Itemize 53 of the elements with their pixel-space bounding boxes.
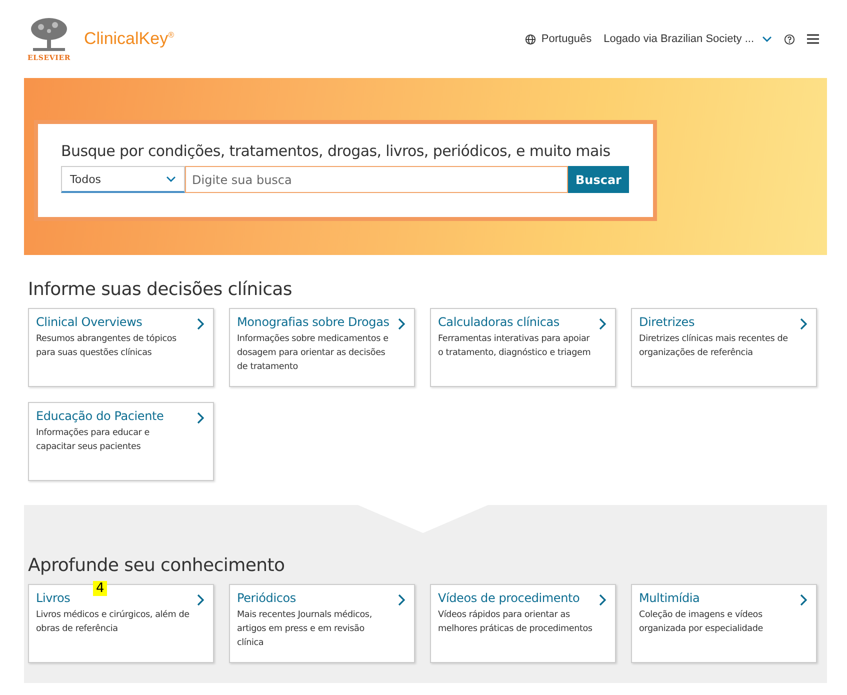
account-menu[interactable]: Logado via Brazilian Society ...: [604, 33, 772, 45]
tree-logo-icon: [29, 16, 69, 52]
card-description: Mais recentes Journals médicos, artigos em press e em revisão clínica: [237, 609, 373, 650]
chevron-right-icon: [599, 318, 607, 330]
card-title: Clinical Overviews: [36, 315, 144, 329]
chevron-right-icon: [197, 412, 205, 424]
help-icon: [784, 34, 795, 44]
help-button[interactable]: [784, 34, 795, 44]
chevron-right-icon: [800, 318, 808, 330]
chevron-right-icon: [398, 318, 406, 330]
category-card[interactable]: Multimídia Coleção de imagens e vídeos organizada por especialidade: [631, 584, 817, 663]
category-card[interactable]: Clinical Overviews Resumos abrangentes de tópicos para suas questões clínicas: [28, 308, 214, 387]
menu-button[interactable]: [807, 34, 819, 44]
section-title: Informe suas decisões clínicas: [28, 279, 293, 300]
card-description: Vídeos rápidos para orientar as melhores práticas de procedimentos: [438, 609, 593, 636]
section-title: Aprofunde seu conhecimento: [28, 555, 286, 576]
category-card[interactable]: Educação do Paciente Informações para educar e capacitar seus pacientes: [28, 402, 214, 481]
category-card[interactable]: Vídeos de procedimento Vídeos rápidos para orientar as melhores práticas de procedimentos: [430, 584, 616, 663]
chevron-right-icon: [197, 318, 205, 330]
chevron-right-icon: [599, 594, 607, 606]
card-description: Livros médicos e cirúrgicos, além de obras de referência: [36, 609, 190, 636]
chevron-down-icon: [762, 36, 772, 42]
chevron-right-icon: [197, 594, 205, 606]
category-card[interactable]: Calculadoras clínicas Ferramentas interativas para apoiar o tratamento, diagnóstico e triagem: [430, 308, 616, 387]
card-title: Livros: [36, 591, 72, 605]
globe-icon: [525, 34, 536, 44]
chevron-right-icon: [398, 594, 406, 606]
card-title: Diretrizes: [639, 315, 696, 329]
card-title: Periódicos: [237, 591, 297, 605]
language-button[interactable]: Português: [525, 33, 592, 45]
card-description: Informações sobre medicamentos e dosagem para orientar as decisões de tratamento: [237, 333, 390, 374]
search-field[interactable]: Digite sua busca: [185, 166, 568, 193]
category-card[interactable]: Diretrizes Diretrizes clínicas mais recentes de organizações de referência: [631, 308, 817, 387]
chevron-down-icon: [166, 176, 176, 182]
card-description: Informações para educar e capacitar seus pacientes: [36, 427, 150, 454]
card-description: Diretrizes clínicas mais recentes de organizações de referência: [639, 333, 789, 360]
card-description: Coleção de imagens e vídeos organizada por especialidade: [639, 609, 764, 636]
card-title: Educação do Paciente: [36, 409, 165, 423]
search-heading: Busque por condições, tratamentos, drogas, livros, periódicos, e muito mais: [61, 142, 612, 160]
menu-icon: [807, 34, 819, 44]
card-description: Ferramentas interativas para apoiar o tratamento, diagnóstico e triagem: [438, 333, 592, 360]
category-card[interactable]: Periódicos Mais recentes Journals médicos, artigos em press e em revisão clínica: [229, 584, 415, 663]
card-title: Vídeos de procedimento: [438, 591, 581, 605]
search-button[interactable]: Buscar: [568, 166, 629, 193]
card-title: Multimídia: [639, 591, 701, 605]
category-card[interactable]: Livros Livros médicos e cirúrgicos, além de obras de referência 4: [28, 584, 214, 663]
card-description: Resumos abrangentes de tópicos para suas questões clínicas: [36, 333, 178, 360]
chevron-right-icon: [800, 594, 808, 606]
scope-select[interactable]: Todos: [61, 166, 185, 193]
annotation-badge: 4: [93, 581, 108, 596]
card-title: Calculadoras clínicas: [438, 315, 560, 329]
card-title: Monografias sobre Drogas: [237, 315, 390, 329]
category-card[interactable]: Monografias sobre Drogas Informações sobre medicamentos e dosagem para orientar as decisões de tratamento: [229, 308, 415, 387]
